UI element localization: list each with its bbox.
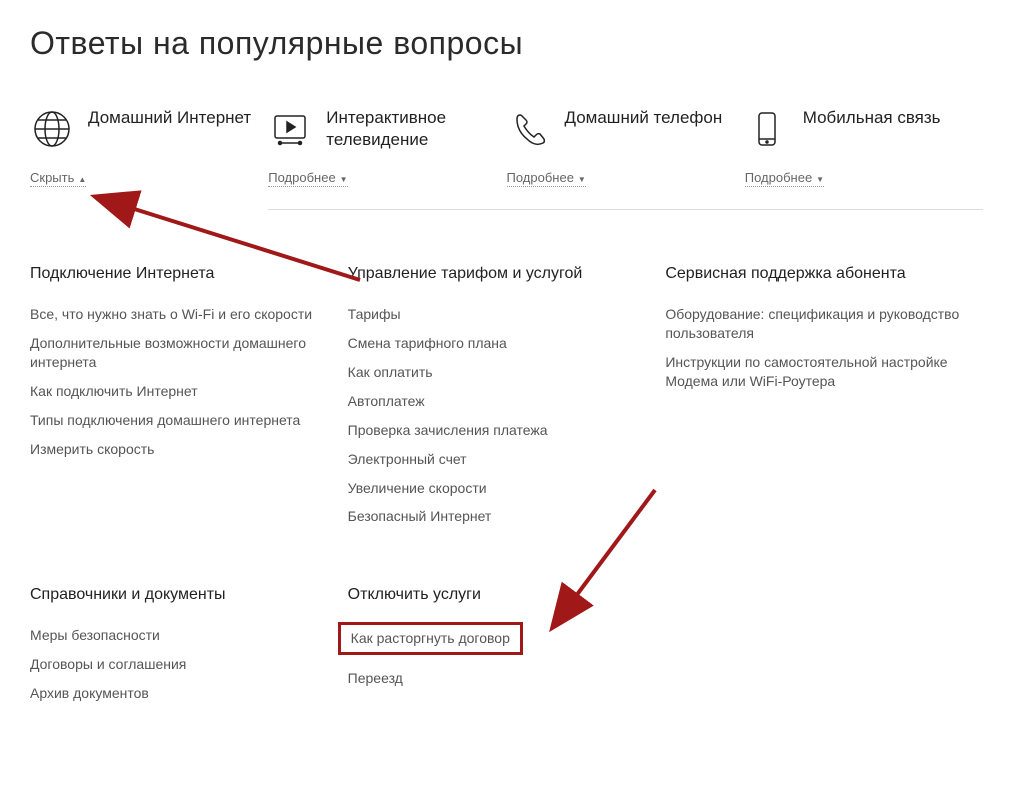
page-title: Ответы на популярные вопросы: [30, 25, 983, 62]
faq-link[interactable]: Измерить скорость: [30, 440, 328, 459]
col-disconnect: Отключить услуги Как расторгнуть договор…: [348, 586, 666, 713]
faq-link[interactable]: Автоплатеж: [348, 392, 646, 411]
category-title: Интерактивное телевидение: [326, 107, 506, 151]
faq-link[interactable]: Безопасный Интернет: [348, 507, 646, 526]
chevron-down-icon: [816, 170, 824, 185]
category-mobile[interactable]: Мобильная связь Подробнее: [745, 107, 983, 187]
col-title: Справочники и документы: [30, 586, 328, 604]
globe-icon: [30, 107, 74, 151]
faq-link[interactable]: Переезд: [348, 669, 646, 688]
chevron-down-icon: [340, 170, 348, 185]
faq-link[interactable]: Смена тарифного плана: [348, 334, 646, 353]
category-title: Домашний телефон: [565, 107, 723, 129]
col-empty: [665, 586, 983, 713]
mobile-icon: [745, 107, 789, 151]
divider-row: [30, 197, 983, 210]
faq-link[interactable]: Как подключить Интернет: [30, 382, 328, 401]
col-docs: Справочники и документы Меры безопасност…: [30, 586, 348, 713]
col-title: Управление тарифом и услугой: [348, 265, 646, 283]
faq-link[interactable]: Инструкции по самостоятельной настройке …: [665, 353, 963, 391]
chevron-down-icon: [578, 170, 586, 185]
faq-link[interactable]: Дополнительные возможности домашнего инт…: [30, 334, 328, 372]
hide-toggle[interactable]: Скрыть: [30, 170, 86, 187]
faq-link[interactable]: Оборудование: спецификация и руководство…: [665, 305, 963, 343]
col-title: Сервисная поддержка абонента: [665, 265, 963, 283]
phone-icon: [507, 107, 551, 151]
faq-link[interactable]: Архив документов: [30, 684, 328, 703]
col-support: Сервисная поддержка абонента Оборудовани…: [665, 265, 983, 536]
category-phone[interactable]: Домашний телефон Подробнее: [507, 107, 745, 187]
category-title: Домашний Интернет: [88, 107, 251, 129]
faq-link[interactable]: Как оплатить: [348, 363, 646, 382]
category-row: Домашний Интернет Скрыть Интерактивное т…: [30, 107, 983, 187]
faq-link[interactable]: Увеличение скорости: [348, 479, 646, 498]
col-tariff: Управление тарифом и услугой Тарифы Смен…: [348, 265, 666, 536]
col-title: Отключить услуги: [348, 586, 646, 604]
faq-link-terminate[interactable]: Как расторгнуть договор: [348, 626, 646, 659]
faq-link[interactable]: Типы подключения домашнего интернета: [30, 411, 328, 430]
col-title: Подключение Интернета: [30, 265, 328, 283]
highlighted-link[interactable]: Как расторгнуть договор: [338, 622, 523, 655]
category-title: Мобильная связь: [803, 107, 941, 129]
faq-link[interactable]: Проверка зачисления платежа: [348, 421, 646, 440]
link-columns-row1: Подключение Интернета Все, что нужно зна…: [30, 265, 983, 536]
faq-link[interactable]: Договоры и соглашения: [30, 655, 328, 674]
faq-link[interactable]: Тарифы: [348, 305, 646, 324]
faq-link[interactable]: Электронный счет: [348, 450, 646, 469]
details-toggle[interactable]: Подробнее: [745, 170, 824, 187]
chevron-up-icon: [78, 170, 86, 185]
details-toggle[interactable]: Подробнее: [507, 170, 586, 187]
col-connection: Подключение Интернета Все, что нужно зна…: [30, 265, 348, 536]
tv-icon: [268, 107, 312, 151]
category-internet[interactable]: Домашний Интернет Скрыть: [30, 107, 268, 187]
faq-link[interactable]: Все, что нужно знать о Wi-Fi и его скоро…: [30, 305, 328, 324]
link-columns-row2: Справочники и документы Меры безопасност…: [30, 586, 983, 713]
faq-link[interactable]: Меры безопасности: [30, 626, 328, 645]
category-tv[interactable]: Интерактивное телевидение Подробнее: [268, 107, 506, 187]
details-toggle[interactable]: Подробнее: [268, 170, 347, 187]
